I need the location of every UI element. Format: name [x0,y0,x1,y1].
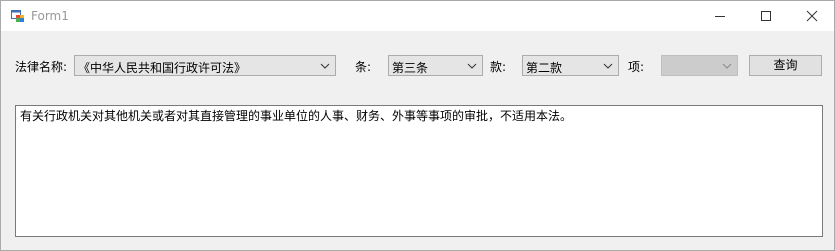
query-button[interactable]: 查询 [749,55,822,76]
chevron-down-icon [722,63,732,69]
item-label: 项: [628,60,645,74]
minimize-icon [715,16,725,17]
close-button[interactable] [789,1,835,31]
article-label: 条: [355,60,372,74]
article-combobox[interactable]: 第三条 [388,55,483,76]
paragraph-label: 款: [490,60,507,74]
law-name-combobox[interactable]: 《中华人民共和国行政许可法》 [74,55,336,76]
law-name-value: 《中华人民共和国行政许可法》 [78,61,247,75]
maximize-icon [761,11,771,21]
close-icon [806,10,818,22]
paragraph-value: 第二款 [526,61,563,75]
app-window: Form1 法律名称: 《中华人民共和国行政许可法》 条: 第三条 款: 第二款… [0,0,835,251]
chevron-down-icon [603,63,613,69]
paragraph-combobox[interactable]: 第二款 [522,55,619,76]
maximize-button[interactable] [743,1,789,31]
result-text: 有关行政机关对其他机关或者对其直接管理的事业单位的人事、财务、外事等事项的审批，… [20,109,573,123]
title-bar[interactable]: Form1 [1,1,834,31]
chevron-down-icon [320,63,330,69]
item-combobox[interactable] [661,55,738,76]
minimize-button[interactable] [697,1,743,31]
chevron-down-icon [467,63,477,69]
window-title: Form1 [31,9,69,23]
law-name-label: 法律名称: [15,60,68,74]
article-value: 第三条 [392,61,429,75]
form-app-icon [11,10,25,22]
result-textarea[interactable]: 有关行政机关对其他机关或者对其直接管理的事业单位的人事、财务、外事等事项的审批，… [15,105,823,237]
